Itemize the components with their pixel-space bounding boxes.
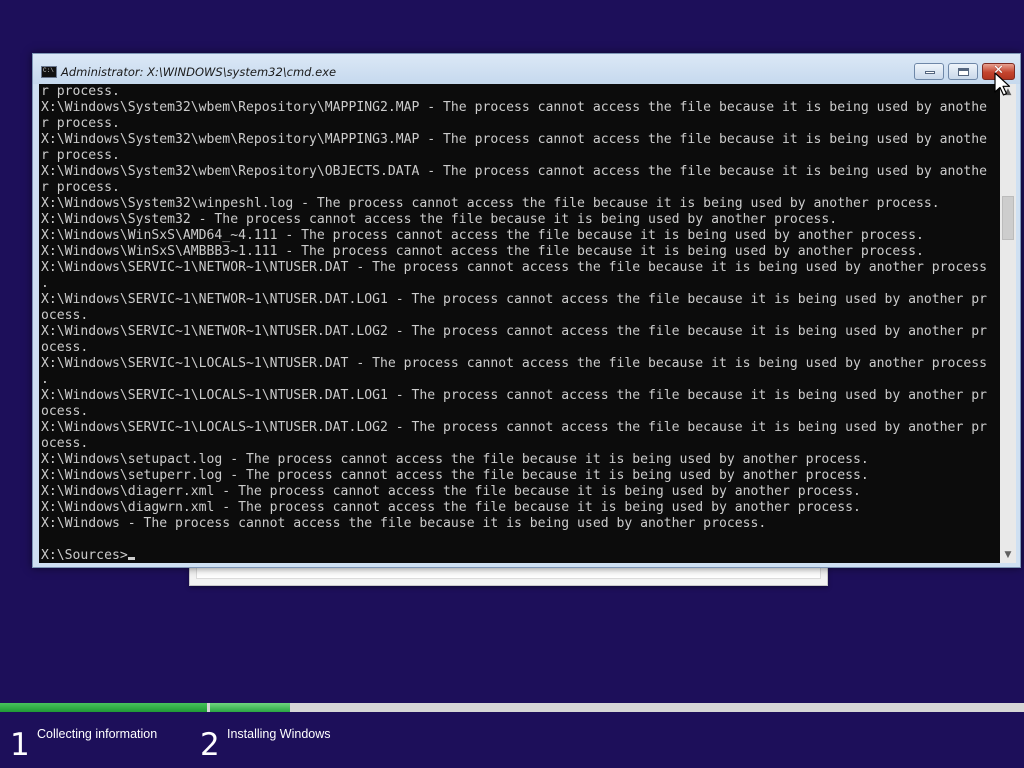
console-line: X:\Windows\setuperr.log - The process ca… <box>41 468 869 483</box>
maximize-icon <box>958 68 969 76</box>
console-line: X:\Windows\diagerr.xml - The process can… <box>41 484 861 499</box>
console-line: r process. <box>41 148 120 163</box>
console-lines: r process. X:\Windows\System32\wbem\Repos… <box>39 84 1000 548</box>
console-line: r process. <box>41 84 120 99</box>
step-number: 2 <box>200 727 220 763</box>
scroll-thumb[interactable] <box>1002 196 1014 240</box>
title-bar[interactable]: Administrator: X:\WINDOWS\system32\cmd.e… <box>33 54 1020 84</box>
console-line: X:\Windows\setupact.log - The process ca… <box>41 452 869 467</box>
console-line: ocess. <box>41 404 89 419</box>
console-line: ocess. <box>41 308 89 323</box>
minimize-button[interactable] <box>914 63 944 80</box>
console-line: ocess. <box>41 340 89 355</box>
console-line: X:\Windows\System32\wbem\Repository\MAPP… <box>41 132 987 147</box>
progress-step-2-fill <box>210 703 290 712</box>
console-line: X:\Windows\System32 - The process cannot… <box>41 212 838 227</box>
setup-dialog-edge <box>189 566 828 586</box>
console-line: X:\Windows\SERVIC~1\LOCALS~1\NTUSER.DAT.… <box>41 388 987 403</box>
prompt-text: X:\Sources> <box>41 548 128 563</box>
progress-step-1-fill <box>0 703 207 712</box>
minimize-icon <box>925 71 935 74</box>
console-line: X:\Windows\SERVIC~1\NETWOR~1\NTUSER.DAT.… <box>41 292 987 307</box>
console-line: X:\Windows\WinSxS\AMD64_~4.111 - The pro… <box>41 228 924 243</box>
console-line: ocess. <box>41 436 89 451</box>
maximize-button[interactable] <box>948 63 978 80</box>
console-line: X:\Windows\System32\winpeshl.log - The p… <box>41 196 940 211</box>
vertical-scrollbar[interactable]: ▲ ▼ <box>1000 84 1016 563</box>
console-line: X:\Windows\SERVIC~1\NETWOR~1\NTUSER.DAT.… <box>41 324 987 339</box>
step-number: 1 <box>10 727 30 763</box>
console-line: X:\Windows\SERVIC~1\LOCALS~1\NTUSER.DAT … <box>41 356 987 371</box>
command-prompt[interactable]: X:\Sources> <box>39 548 1000 563</box>
console-line: . <box>41 372 49 387</box>
console-line: X:\Windows\WinSxS\AMBBB3~1.111 - The pro… <box>41 244 924 259</box>
mouse-pointer-icon <box>994 72 1011 96</box>
console-line: r process. <box>41 116 120 131</box>
text-cursor <box>127 557 135 560</box>
console-line: X:\Windows\SERVIC~1\LOCALS~1\NTUSER.DAT.… <box>41 420 987 435</box>
step-label: Collecting information <box>37 727 158 741</box>
window-title: Administrator: X:\WINDOWS\system32\cmd.e… <box>61 65 337 79</box>
console-line: . <box>41 276 49 291</box>
scroll-down-arrow-icon[interactable]: ▼ <box>1000 547 1016 563</box>
console-line: X:\Windows\SERVIC~1\NETWOR~1\NTUSER.DAT … <box>41 260 987 275</box>
cmd-icon[interactable] <box>41 66 57 78</box>
step-label: Installing Windows <box>227 727 331 741</box>
console-line: r process. <box>41 180 120 195</box>
console-line: X:\Windows\diagwrn.xml - The process can… <box>41 500 861 515</box>
console-line: X:\Windows\System32\wbem\Repository\MAPP… <box>41 100 987 115</box>
console-line: X:\Windows\System32\wbem\Repository\OBJE… <box>41 164 987 179</box>
cmd-window[interactable]: Administrator: X:\WINDOWS\system32\cmd.e… <box>32 53 1021 568</box>
console-line: X:\Windows - The process cannot access t… <box>41 516 767 531</box>
console-output[interactable]: r process. X:\Windows\System32\wbem\Repos… <box>39 84 1000 563</box>
